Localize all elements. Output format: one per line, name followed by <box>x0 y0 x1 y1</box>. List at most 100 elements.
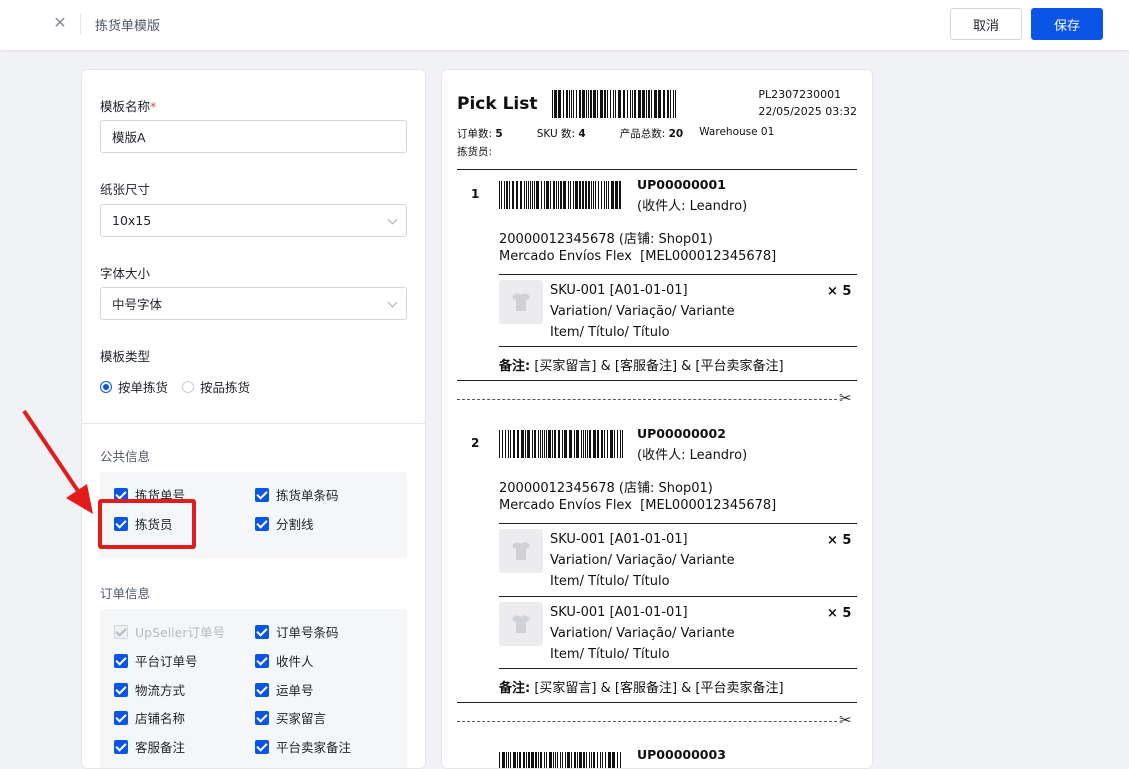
item-rule <box>499 596 857 597</box>
checkbox-checked-icon <box>114 653 128 668</box>
item-quantity: × 5 <box>827 284 852 299</box>
divider <box>82 423 425 424</box>
order-note: 备注: [买家留言] & [客服备注] & [平台卖家备注] <box>499 677 784 696</box>
checkbox-label: 客服备注 <box>135 740 186 755</box>
order-count: 订单数: 5 <box>457 126 503 141</box>
tracking-number: [MEL000012345678] <box>640 249 777 264</box>
checkbox-label: 分割线 <box>276 517 314 532</box>
radio-by-order[interactable]: 按单拣货 <box>100 377 168 396</box>
checkbox-upseller-order-no: UpSeller订单号 <box>114 622 225 641</box>
template-name-value: 模版A <box>112 130 146 145</box>
order-number: UP00000003 <box>637 747 726 762</box>
checkbox-label: UpSeller订单号 <box>135 625 225 640</box>
checkbox-disabled-icon <box>114 624 128 639</box>
radio-label: 按单拣货 <box>118 380 169 395</box>
checkbox-checked-icon <box>255 516 269 531</box>
checkbox-checked-icon <box>255 653 269 668</box>
preview-panel: Pick List PL2307230001 22/05/2025 03:32 … <box>441 69 873 769</box>
warehouse-name: Warehouse 01 <box>699 126 775 138</box>
order-note: 备注: [买家留言] & [客服备注] & [平台卖家备注] <box>499 355 784 374</box>
pick-number: PL2307230001 <box>758 88 842 101</box>
shirt-icon <box>512 615 530 633</box>
checkbox-seller-note[interactable]: 平台卖家备注 <box>255 737 351 756</box>
checkbox-label: 平台订单号 <box>135 654 198 669</box>
annotation-highlight-box <box>98 499 196 549</box>
cut-line <box>457 721 837 722</box>
order-platform-line: 20000012345678 (店铺: Shop01) <box>499 481 713 496</box>
checkbox-checked-icon <box>255 487 269 502</box>
variation-text: Variation/ Variação/ Variante <box>550 626 735 641</box>
radio-checked-icon <box>100 380 112 393</box>
template-type-label: 模板类型 <box>100 349 151 364</box>
paper-size-label: 纸张尺寸 <box>100 182 151 197</box>
settings-panel: 模板名称* 模版A 纸张尺寸 10x15 字体大小 中号字体 模板类型 按单拣货… <box>81 69 426 769</box>
checkbox-label: 物流方式 <box>135 683 186 698</box>
order-count-label: 订单数: <box>457 128 493 140</box>
order-logistics-line: Mercado Envíos Flex [MEL000012345678] <box>499 249 776 264</box>
order-receiver: (收件人: Leandro) <box>637 199 748 214</box>
item-rule <box>499 274 857 275</box>
note-text: [买家留言] & [客服备注] & [平台卖家备注] <box>534 681 784 696</box>
item-title-text: Item/ Título/ Título <box>550 325 670 340</box>
checkbox-pick-barcode[interactable]: 拣货单条码 <box>255 485 339 504</box>
close-icon[interactable]: ✕ <box>51 14 69 32</box>
cancel-button[interactable]: 取消 <box>950 8 1022 40</box>
sku-text: SKU-001 [A01-01-01] <box>550 605 688 620</box>
checkbox-buyer-message[interactable]: 买家留言 <box>255 708 326 727</box>
product-thumbnail <box>499 602 543 646</box>
checkbox-logistics[interactable]: 物流方式 <box>114 680 185 699</box>
checkbox-platform-order-no[interactable]: 平台订单号 <box>114 651 198 670</box>
checkbox-tracking-no[interactable]: 运单号 <box>255 680 314 699</box>
item-rule <box>499 523 857 524</box>
save-button[interactable]: 保存 <box>1031 8 1103 40</box>
checkbox-shop-name[interactable]: 店铺名称 <box>114 708 185 727</box>
template-name-label-text: 模板名称 <box>100 99 151 114</box>
order-platform-line: 20000012345678 (店铺: Shop01) <box>499 232 713 247</box>
radio-by-product[interactable]: 按品拣货 <box>182 377 250 396</box>
checkbox-label: 买家留言 <box>276 711 327 726</box>
font-size-label: 字体大小 <box>100 266 151 281</box>
top-bar: ✕ 拣货单模版 取消 保存 <box>0 0 1129 50</box>
order-barcode <box>499 430 624 458</box>
font-size-value: 中号字体 <box>112 297 163 312</box>
paper-size-select[interactable]: 10x15 <box>100 204 407 237</box>
order-number: UP00000002 <box>637 426 726 441</box>
header-rule <box>457 169 857 170</box>
product-total-value: 20 <box>668 128 684 140</box>
chevron-down-icon <box>387 214 398 225</box>
checkbox-cs-note[interactable]: 客服备注 <box>114 737 185 756</box>
note-label: 备注: <box>499 681 531 696</box>
template-name-input[interactable]: 模版A <box>100 120 407 153</box>
order-barcode <box>499 181 623 209</box>
item-title-text: Item/ Título/ Título <box>550 574 670 589</box>
product-thumbnail <box>499 529 543 573</box>
checkbox-divider-line[interactable]: 分割线 <box>255 514 314 533</box>
shirt-icon <box>512 542 530 560</box>
order-number: UP00000001 <box>637 177 726 192</box>
checkbox-checked-icon <box>255 739 269 754</box>
item-quantity: × 5 <box>827 533 852 548</box>
order-logistics-line: Mercado Envíos Flex [MEL000012345678] <box>499 498 776 513</box>
pick-datetime: 22/05/2025 03:32 <box>758 105 857 118</box>
scissors-icon: ✂ <box>839 389 852 407</box>
order-index: 2 <box>471 436 480 450</box>
pick-list-title: Pick List <box>457 94 538 114</box>
order-rule <box>457 702 857 703</box>
checkbox-order-barcode[interactable]: 订单号条码 <box>255 622 339 641</box>
radio-unchecked-icon <box>182 380 195 393</box>
tracking-number: [MEL000012345678] <box>640 498 777 513</box>
radio-label: 按品拣货 <box>200 380 251 395</box>
font-size-select[interactable]: 中号字体 <box>100 287 407 320</box>
order-index: 1 <box>471 187 480 201</box>
variation-text: Variation/ Variação/ Variante <box>550 304 735 319</box>
picker-label: 拣货员: <box>457 146 493 158</box>
logistics-name: Mercado Envíos Flex <box>499 249 632 264</box>
checkbox-receiver[interactable]: 收件人 <box>255 651 314 670</box>
order-info-options: UpSeller订单号 订单号条码 平台订单号 收件人 物流方式 运单号 店铺名… <box>100 609 407 768</box>
checkbox-label: 订单号条码 <box>276 625 339 640</box>
scissors-icon: ✂ <box>839 711 852 729</box>
item-title-text: Item/ Título/ Título <box>550 647 670 662</box>
sku-count-label: SKU 数: <box>536 128 576 140</box>
note-text: [买家留言] & [客服备注] & [平台卖家备注] <box>534 359 784 374</box>
order-receiver: (收件人: Leandro) <box>637 448 748 463</box>
